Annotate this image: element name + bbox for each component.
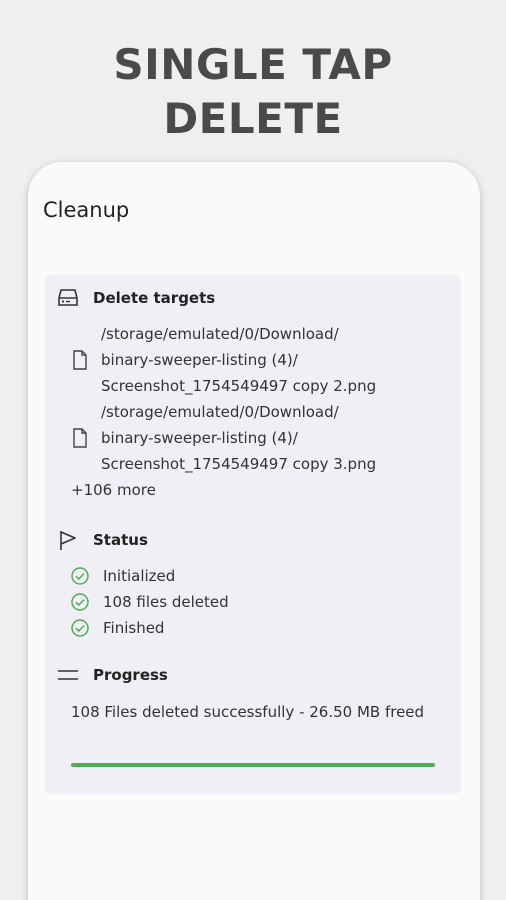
status-item: Finished (69, 617, 164, 639)
file-icon (69, 427, 91, 449)
target-path-line: Screenshot_1754549497 copy 3.png (101, 455, 377, 473)
delete-targets-label: Delete targets (93, 289, 216, 307)
delete-target-item: /storage/emulated/0/Download/ binary-swe… (69, 399, 376, 477)
flag-icon (57, 529, 79, 551)
status-item: 108 files deleted (69, 591, 229, 613)
target-path-line: /storage/emulated/0/Download/ (101, 403, 339, 421)
phone-screen: Cleanup Delete targets /storage/emulated… (28, 162, 480, 900)
headline-line-2: DELETE (163, 94, 343, 143)
progress-bar (71, 763, 435, 767)
progress-message: 108 Files deleted successfully - 26.50 M… (71, 703, 425, 721)
status-header: Status (57, 529, 148, 551)
progress-bar-fill (71, 763, 435, 767)
menu-lines-icon (57, 664, 79, 686)
app-title: Cleanup (43, 198, 130, 222)
file-icon (69, 349, 91, 371)
more-targets-link[interactable]: +106 more (71, 481, 156, 499)
status-item-label: Finished (103, 619, 165, 637)
delete-target-item: /storage/emulated/0/Download/ binary-swe… (69, 321, 376, 399)
target-path-line: binary-sweeper-listing (4)/ (101, 351, 298, 369)
target-path-line: binary-sweeper-listing (4)/ (101, 429, 298, 447)
target-path-line: /storage/emulated/0/Download/ (101, 325, 339, 343)
drive-icon (57, 287, 79, 309)
status-item-label: 108 files deleted (103, 593, 229, 611)
progress-header: Progress (57, 664, 168, 686)
headline: SINGLE TAP DELETE (0, 38, 506, 146)
check-circle-icon (69, 617, 91, 639)
check-circle-icon (69, 591, 91, 613)
status-label: Status (93, 531, 148, 549)
cleanup-card: Delete targets /storage/emulated/0/Downl… (45, 275, 461, 794)
check-circle-icon (69, 565, 91, 587)
progress-label: Progress (93, 666, 168, 684)
headline-line-1: SINGLE TAP (113, 40, 393, 89)
target-path-line: Screenshot_1754549497 copy 2.png (101, 377, 377, 395)
delete-targets-header: Delete targets (57, 287, 215, 309)
status-item-label: Initialized (103, 567, 176, 585)
status-item: Initialized (69, 565, 175, 587)
